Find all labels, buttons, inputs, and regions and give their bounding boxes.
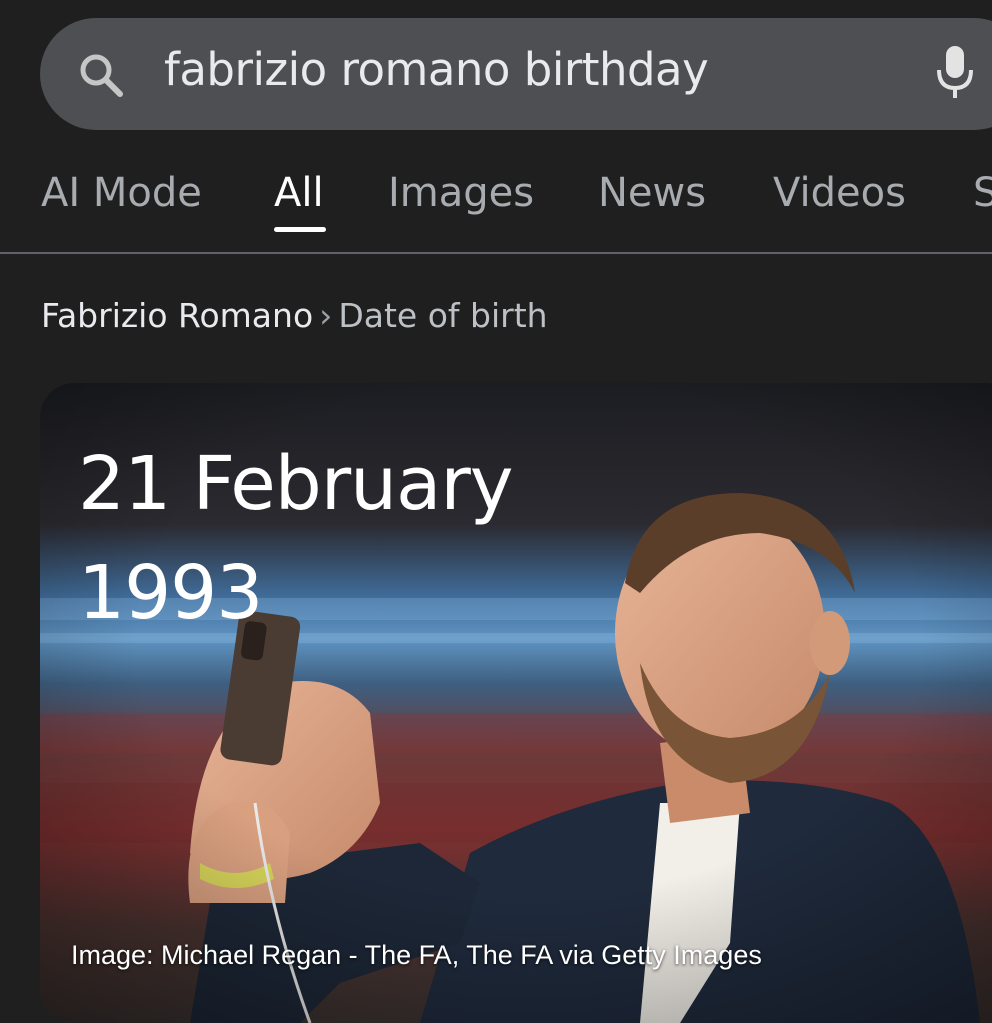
search-tabs: AI Mode All Images News Videos S <box>0 160 992 254</box>
birth-date-year: 1993 <box>78 550 263 636</box>
breadcrumb-entity[interactable]: Fabrizio Romano <box>41 296 313 335</box>
microphone-icon[interactable] <box>934 44 976 100</box>
image-credit[interactable]: Image: Michael Regan - The FA, The FA vi… <box>71 940 762 971</box>
tabs-divider <box>0 252 992 254</box>
active-tab-indicator <box>274 227 326 232</box>
tab-all[interactable]: All <box>274 170 324 216</box>
birth-date-day-month: 21 February <box>78 441 514 527</box>
tab-shopping[interactable]: S <box>973 170 992 216</box>
tab-news[interactable]: News <box>598 170 706 216</box>
tab-ai-mode[interactable]: AI Mode <box>41 170 202 216</box>
breadcrumb-attribute: Date of birth <box>338 296 548 335</box>
answer-card[interactable]: 21 February 1993 Image: Michael Regan - … <box>40 383 992 1023</box>
tab-images[interactable]: Images <box>388 170 534 216</box>
breadcrumb: Fabrizio Romano › Date of birth <box>41 296 548 335</box>
tab-videos[interactable]: Videos <box>773 170 906 216</box>
search-input[interactable]: fabrizio romano birthday <box>164 43 709 96</box>
search-icon[interactable] <box>78 52 124 98</box>
breadcrumb-separator: › <box>319 296 333 335</box>
